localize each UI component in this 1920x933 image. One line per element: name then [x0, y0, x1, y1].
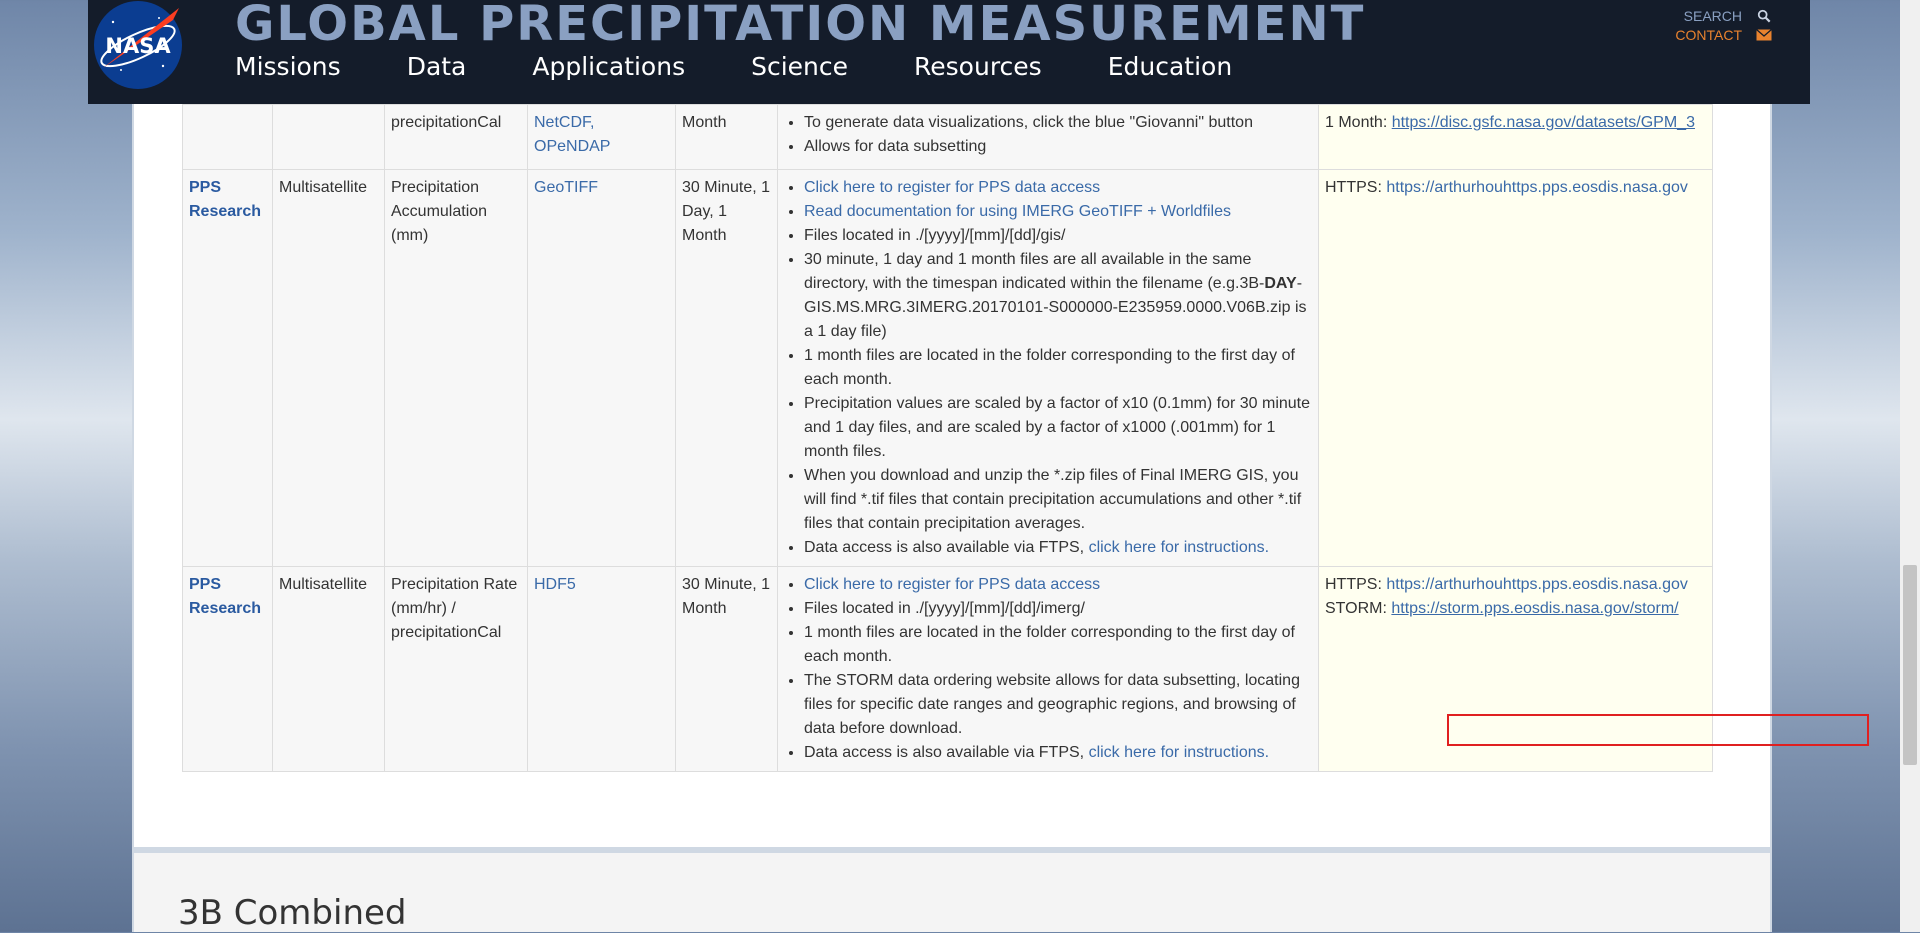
table-row: PPS Research Multisatellite Precipitatio…	[182, 566, 1713, 772]
site-title[interactable]: GLOBAL PRECIPITATION MEASUREMENT	[235, 0, 1365, 52]
nav-missions[interactable]: Missions	[235, 52, 341, 81]
latency-cell: 30 Minute, 1 Day, 1 Month	[675, 169, 778, 567]
provider-cell: PPS Research	[182, 566, 273, 772]
provider-link[interactable]: PPS Research	[189, 576, 261, 617]
table-row: precipitationCal NetCDF, OPeNDAP Month T…	[182, 104, 1713, 170]
scrollbar[interactable]	[1900, 0, 1920, 932]
source-cell	[272, 104, 385, 170]
format-cell: HDF5	[527, 566, 676, 772]
table-row: PPS Research Multisatellite Precipitatio…	[182, 169, 1713, 567]
source-text: Multisatellite	[279, 576, 368, 593]
source-text: Multisatellite	[279, 179, 368, 196]
storm-link[interactable]: https://storm.pps.eosdis.nasa.gov/storm/	[1391, 600, 1678, 617]
provider-cell	[182, 104, 273, 170]
next-section: 3B Combined	[132, 853, 1772, 933]
latency-cell: Month	[675, 104, 778, 170]
note-item: Click here to register for PPS data acce…	[804, 176, 1312, 200]
source-cell: Multisatellite	[272, 169, 385, 567]
latency-text: 30 Minute, 1 Month	[682, 576, 771, 617]
contact-link[interactable]: CONTACT	[1675, 27, 1742, 43]
disc-link[interactable]: https://disc.gsfc.nasa.gov/datasets/GPM_…	[1392, 114, 1695, 131]
latency-cell: 30 Minute, 1 Month	[675, 566, 778, 772]
imerg-data-table: precipitationCal NetCDF, OPeNDAP Month T…	[182, 104, 1713, 772]
nasa-logo[interactable]: NASA	[93, 0, 183, 90]
notes-cell: Click here to register for PPS data acce…	[777, 169, 1319, 567]
note-item: Precipitation values are scaled by a fac…	[804, 392, 1312, 464]
https-link[interactable]: https://arthurhouhttps.pps.eosdis.nasa.g…	[1386, 576, 1688, 593]
note-item: Click here to register for PPS data acce…	[804, 573, 1312, 597]
format-link[interactable]: GeoTIFF	[534, 179, 598, 196]
utility-links: SEARCH CONTACT	[1675, 6, 1772, 44]
site-header: NASA GLOBAL PRECIPITATION MEASUREMENT Mi…	[88, 0, 1810, 104]
note-item: When you download and unzip the *.zip fi…	[804, 464, 1312, 536]
product-cell: precipitationCal	[384, 104, 528, 170]
format-link[interactable]: NetCDF, OPeNDAP	[534, 114, 610, 155]
nav-education[interactable]: Education	[1108, 52, 1232, 81]
provider-cell: PPS Research	[182, 169, 273, 567]
provider-link[interactable]: PPS Research	[189, 179, 261, 220]
note-item: Data access is also available via FTPS, …	[804, 536, 1312, 560]
latency-text: 30 Minute, 1 Day, 1 Month	[682, 179, 771, 244]
nav-applications[interactable]: Applications	[532, 52, 685, 81]
note-text: 30 minute, 1 day and 1 month files are a…	[804, 251, 1265, 292]
note-item: 30 minute, 1 day and 1 month files are a…	[804, 248, 1312, 344]
nav-data[interactable]: Data	[407, 52, 467, 81]
product-cell: Precipitation Accumulation (mm)	[384, 169, 528, 567]
access-label: 1 Month:	[1325, 114, 1392, 131]
product-text: precipitationCal	[391, 114, 502, 131]
https-link[interactable]: https://arthurhouhttps.pps.eosdis.nasa.g…	[1386, 179, 1688, 196]
main-nav: Missions Data Applications Science Resou…	[235, 52, 1298, 81]
access-cell: 1 Month: https://disc.gsfc.nasa.gov/data…	[1318, 104, 1713, 170]
product-text: Precipitation Accumulation (mm)	[391, 179, 488, 244]
search-link[interactable]: SEARCH	[1684, 8, 1742, 24]
section-title: 3B Combined	[178, 893, 407, 933]
ftps-instructions-link[interactable]: click here for instructions.	[1089, 744, 1270, 761]
svg-text:NASA: NASA	[105, 34, 171, 58]
register-link[interactable]: Click here to register for PPS data acce…	[804, 576, 1100, 593]
source-cell: Multisatellite	[272, 566, 385, 772]
product-cell: Precipitation Rate (mm/hr) / precipitati…	[384, 566, 528, 772]
note-text: Data access is also available via FTPS,	[804, 744, 1089, 761]
documentation-link[interactable]: Read documentation for using IMERG GeoTI…	[804, 203, 1231, 220]
storm-line: STORM: https://storm.pps.eosdis.nasa.gov…	[1325, 597, 1706, 621]
note-item: Files located in ./[yyyy]/[mm]/[dd]/gis/	[804, 224, 1312, 248]
note-item: Data access is also available via FTPS, …	[804, 741, 1312, 765]
notes-cell: To generate data visualizations, click t…	[777, 104, 1319, 170]
search-icon[interactable]	[1756, 9, 1772, 23]
access-label: HTTPS:	[1325, 179, 1387, 196]
note-item: 1 month files are located in the folder …	[804, 344, 1312, 392]
note-item: To generate data visualizations, click t…	[804, 111, 1312, 135]
note-item: Read documentation for using IMERG GeoTI…	[804, 200, 1312, 224]
note-item: Files located in ./[yyyy]/[mm]/[dd]/imer…	[804, 597, 1312, 621]
nav-resources[interactable]: Resources	[914, 52, 1042, 81]
note-item: 1 month files are located in the folder …	[804, 621, 1312, 669]
format-link[interactable]: HDF5	[534, 576, 576, 593]
notes-cell: Click here to register for PPS data acce…	[777, 566, 1319, 772]
ftps-instructions-link[interactable]: click here for instructions.	[1089, 539, 1270, 556]
note-bold-text: DAY	[1264, 275, 1297, 292]
nav-science[interactable]: Science	[751, 52, 848, 81]
access-cell: HTTPS: https://arthurhouhttps.pps.eosdis…	[1318, 566, 1713, 772]
access-cell: HTTPS: https://arthurhouhttps.pps.eosdis…	[1318, 169, 1713, 567]
latency-text: Month	[682, 114, 727, 131]
storm-label: STORM:	[1325, 600, 1392, 617]
note-text: Data access is also available via FTPS,	[804, 539, 1089, 556]
https-line: HTTPS: https://arthurhouhttps.pps.eosdis…	[1325, 573, 1706, 597]
product-text: Precipitation Rate (mm/hr) / precipitati…	[391, 576, 518, 641]
envelope-icon[interactable]	[1756, 28, 1772, 42]
format-cell: GeoTIFF	[527, 169, 676, 567]
access-label: HTTPS:	[1325, 576, 1387, 593]
register-link[interactable]: Click here to register for PPS data acce…	[804, 179, 1100, 196]
content-panel: precipitationCal NetCDF, OPeNDAP Month T…	[132, 104, 1869, 849]
format-cell: NetCDF, OPeNDAP	[527, 104, 676, 170]
note-item: The STORM data ordering website allows f…	[804, 669, 1312, 741]
scroll-thumb[interactable]	[1903, 565, 1917, 765]
note-item: Allows for data subsetting	[804, 135, 1312, 159]
